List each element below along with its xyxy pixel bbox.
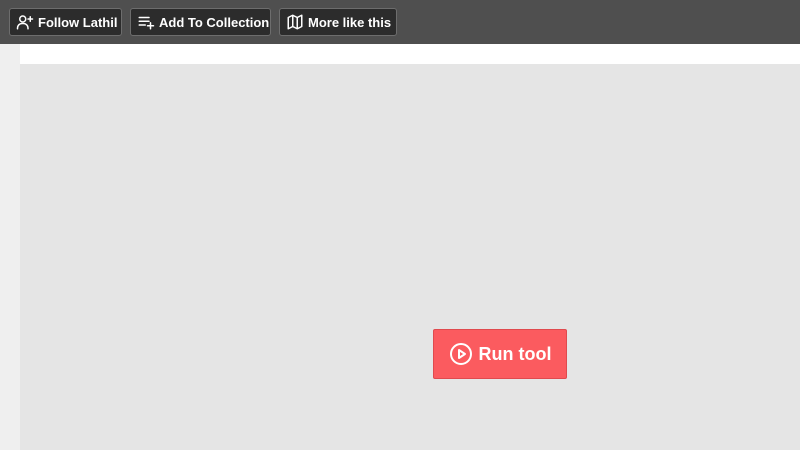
play-circle-icon xyxy=(449,343,472,365)
more-like-this-label: More like this xyxy=(308,14,392,30)
follow-button[interactable]: Follow Lathil xyxy=(9,8,122,36)
follow-label: Follow Lathil xyxy=(38,14,118,30)
playlist-add-icon xyxy=(138,16,155,30)
run-tool-button[interactable]: Run tool xyxy=(433,329,567,379)
map-icon xyxy=(287,14,303,30)
left-gutter xyxy=(0,44,20,450)
more-like-this-button[interactable]: More like this xyxy=(279,8,397,36)
content-header-strip xyxy=(20,44,800,64)
top-toolbar: Follow Lathil Add To Collection More lik… xyxy=(0,0,800,44)
run-tool-label: Run tool xyxy=(478,343,552,364)
user-plus-icon xyxy=(16,15,34,30)
add-to-collection-label: Add To Collection xyxy=(159,14,270,30)
add-to-collection-button[interactable]: Add To Collection xyxy=(130,8,271,36)
tool-canvas xyxy=(20,64,800,450)
